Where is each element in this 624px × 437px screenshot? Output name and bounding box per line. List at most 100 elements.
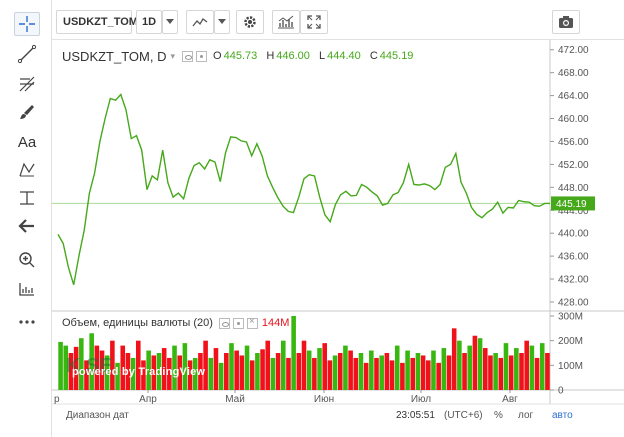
fib-icon[interactable] xyxy=(14,72,40,96)
volume-bar xyxy=(426,360,431,390)
fullscreen-icon[interactable] xyxy=(300,10,328,34)
legend-settings-icon[interactable] xyxy=(196,50,208,62)
volume-bar xyxy=(508,355,514,390)
volume-bar xyxy=(472,335,478,390)
top-toolbar: USDKZT_TOM 1D xyxy=(52,0,624,40)
interval-dropdown-icon[interactable] xyxy=(162,10,178,34)
symbol-search-button[interactable]: USDKZT_TOM xyxy=(56,10,138,34)
volume-bar xyxy=(291,316,296,390)
volume-bar xyxy=(369,350,374,390)
volume-bar xyxy=(379,355,384,390)
bottom-bar: Диапазон дат 23:05:51 (UTC+6) % лог авто xyxy=(52,404,624,437)
volume-bar xyxy=(384,353,390,390)
volume-bar xyxy=(358,353,364,390)
price-tick-label: 468.00 xyxy=(558,68,589,79)
price-tick-label: 440.00 xyxy=(558,229,589,240)
volume-bar xyxy=(467,345,473,390)
log-toggle[interactable]: лог xyxy=(518,410,533,421)
volume-tick-label: 100M xyxy=(558,361,583,372)
ohlc-h-value: 446.00 xyxy=(276,50,310,62)
volume-eye-icon[interactable] xyxy=(218,317,230,329)
volume-bar xyxy=(477,338,483,390)
price-tick-label: 436.00 xyxy=(558,252,589,263)
volume-bar xyxy=(239,355,245,390)
auto-toggle[interactable]: авто xyxy=(552,410,573,421)
volume-bar xyxy=(213,348,219,390)
volume-bar xyxy=(514,348,519,390)
chart-style-dropdown-icon[interactable] xyxy=(214,10,230,34)
percent-toggle[interactable]: % xyxy=(494,410,503,421)
price-line xyxy=(57,93,550,286)
volume-bar xyxy=(296,353,302,390)
volume-bar xyxy=(529,345,535,390)
measure-icon[interactable] xyxy=(14,186,40,210)
date-range-button[interactable]: Диапазон дат xyxy=(66,410,129,421)
volume-bar xyxy=(322,343,328,390)
settings-gear-icon[interactable] xyxy=(236,10,264,34)
volume-bar xyxy=(265,340,271,390)
clock-time: 23:05:51 xyxy=(396,410,435,421)
price-tick-label: 448.00 xyxy=(558,183,589,194)
volume-close-icon[interactable] xyxy=(246,316,258,329)
volume-tick-label: 300M xyxy=(558,312,583,323)
legend-title: USDKZT_TOM, D xyxy=(62,48,167,64)
volume-bar xyxy=(415,353,421,390)
legend-ohlc: O 445.73 H 446.00 L 444.40 C 445.19 xyxy=(213,50,419,62)
volume-bar xyxy=(436,362,441,390)
ruler-icon[interactable] xyxy=(14,277,40,301)
volume-bar xyxy=(545,353,550,390)
volume-bar xyxy=(286,357,291,390)
chart-style-icon[interactable] xyxy=(186,10,214,34)
volume-bar xyxy=(441,348,447,390)
ohlc-c-value: 445.19 xyxy=(379,50,414,62)
chart-area[interactable]: 472.00 468.00 464.00 460.00 456.00 452.00 448.… xyxy=(52,40,624,437)
brush-icon[interactable] xyxy=(14,100,40,124)
volume-bar xyxy=(244,345,250,390)
volume-bar xyxy=(332,355,338,390)
volume-bar xyxy=(524,340,529,390)
zoom-in-icon[interactable] xyxy=(14,248,40,272)
drawing-toolbar: Aa xyxy=(0,0,52,437)
trend-line-icon[interactable] xyxy=(14,42,40,66)
volume-tick-label: 200M xyxy=(558,336,583,347)
volume-bar xyxy=(503,343,509,390)
volume-legend: Объем, единицы валюты (20) 144M xyxy=(62,316,289,330)
volume-bar xyxy=(327,360,333,390)
volume-bar xyxy=(224,353,229,390)
price-tick-label: 464.00 xyxy=(558,91,589,102)
volume-bar xyxy=(218,362,224,390)
ohlc-o-label: O xyxy=(213,50,222,62)
volume-bar xyxy=(312,357,317,390)
ohlc-l-label: L xyxy=(318,50,326,62)
volume-bar xyxy=(457,340,462,390)
text-icon[interactable]: Aa xyxy=(14,130,40,154)
interval-button[interactable]: 1D xyxy=(136,10,162,34)
volume-bar xyxy=(353,357,359,390)
pattern-icon[interactable] xyxy=(14,158,40,182)
ohlc-h-label: H xyxy=(266,50,275,62)
ohlc-c-label: C xyxy=(369,50,378,62)
volume-bar xyxy=(208,357,214,390)
volume-bar xyxy=(400,362,405,390)
price-tick-label: 432.00 xyxy=(558,275,589,286)
volume-bar xyxy=(493,353,498,390)
volume-settings-icon[interactable] xyxy=(232,317,244,329)
camera-icon[interactable] xyxy=(552,10,580,34)
legend-eye-icon[interactable] xyxy=(182,50,194,62)
volume-bar xyxy=(405,350,410,390)
volume-bar xyxy=(270,357,276,390)
volume-bar xyxy=(260,349,265,390)
clock-timezone[interactable]: (UTC+6) xyxy=(444,410,483,421)
price-tick-label: 428.00 xyxy=(558,297,589,308)
volume-bar xyxy=(488,355,493,390)
more-icon[interactable] xyxy=(14,310,40,334)
indicators-icon[interactable] xyxy=(272,10,300,34)
legend-dropdown-icon[interactable]: ▾ xyxy=(171,51,176,62)
ohlc-o-value: 445.73 xyxy=(223,50,258,62)
back-arrow-icon[interactable] xyxy=(14,214,40,238)
volume-bar xyxy=(348,350,353,390)
volume-bar xyxy=(255,353,260,390)
volume-bar xyxy=(446,355,452,390)
volume-bar xyxy=(306,350,312,390)
crosshair-icon[interactable] xyxy=(14,12,40,36)
